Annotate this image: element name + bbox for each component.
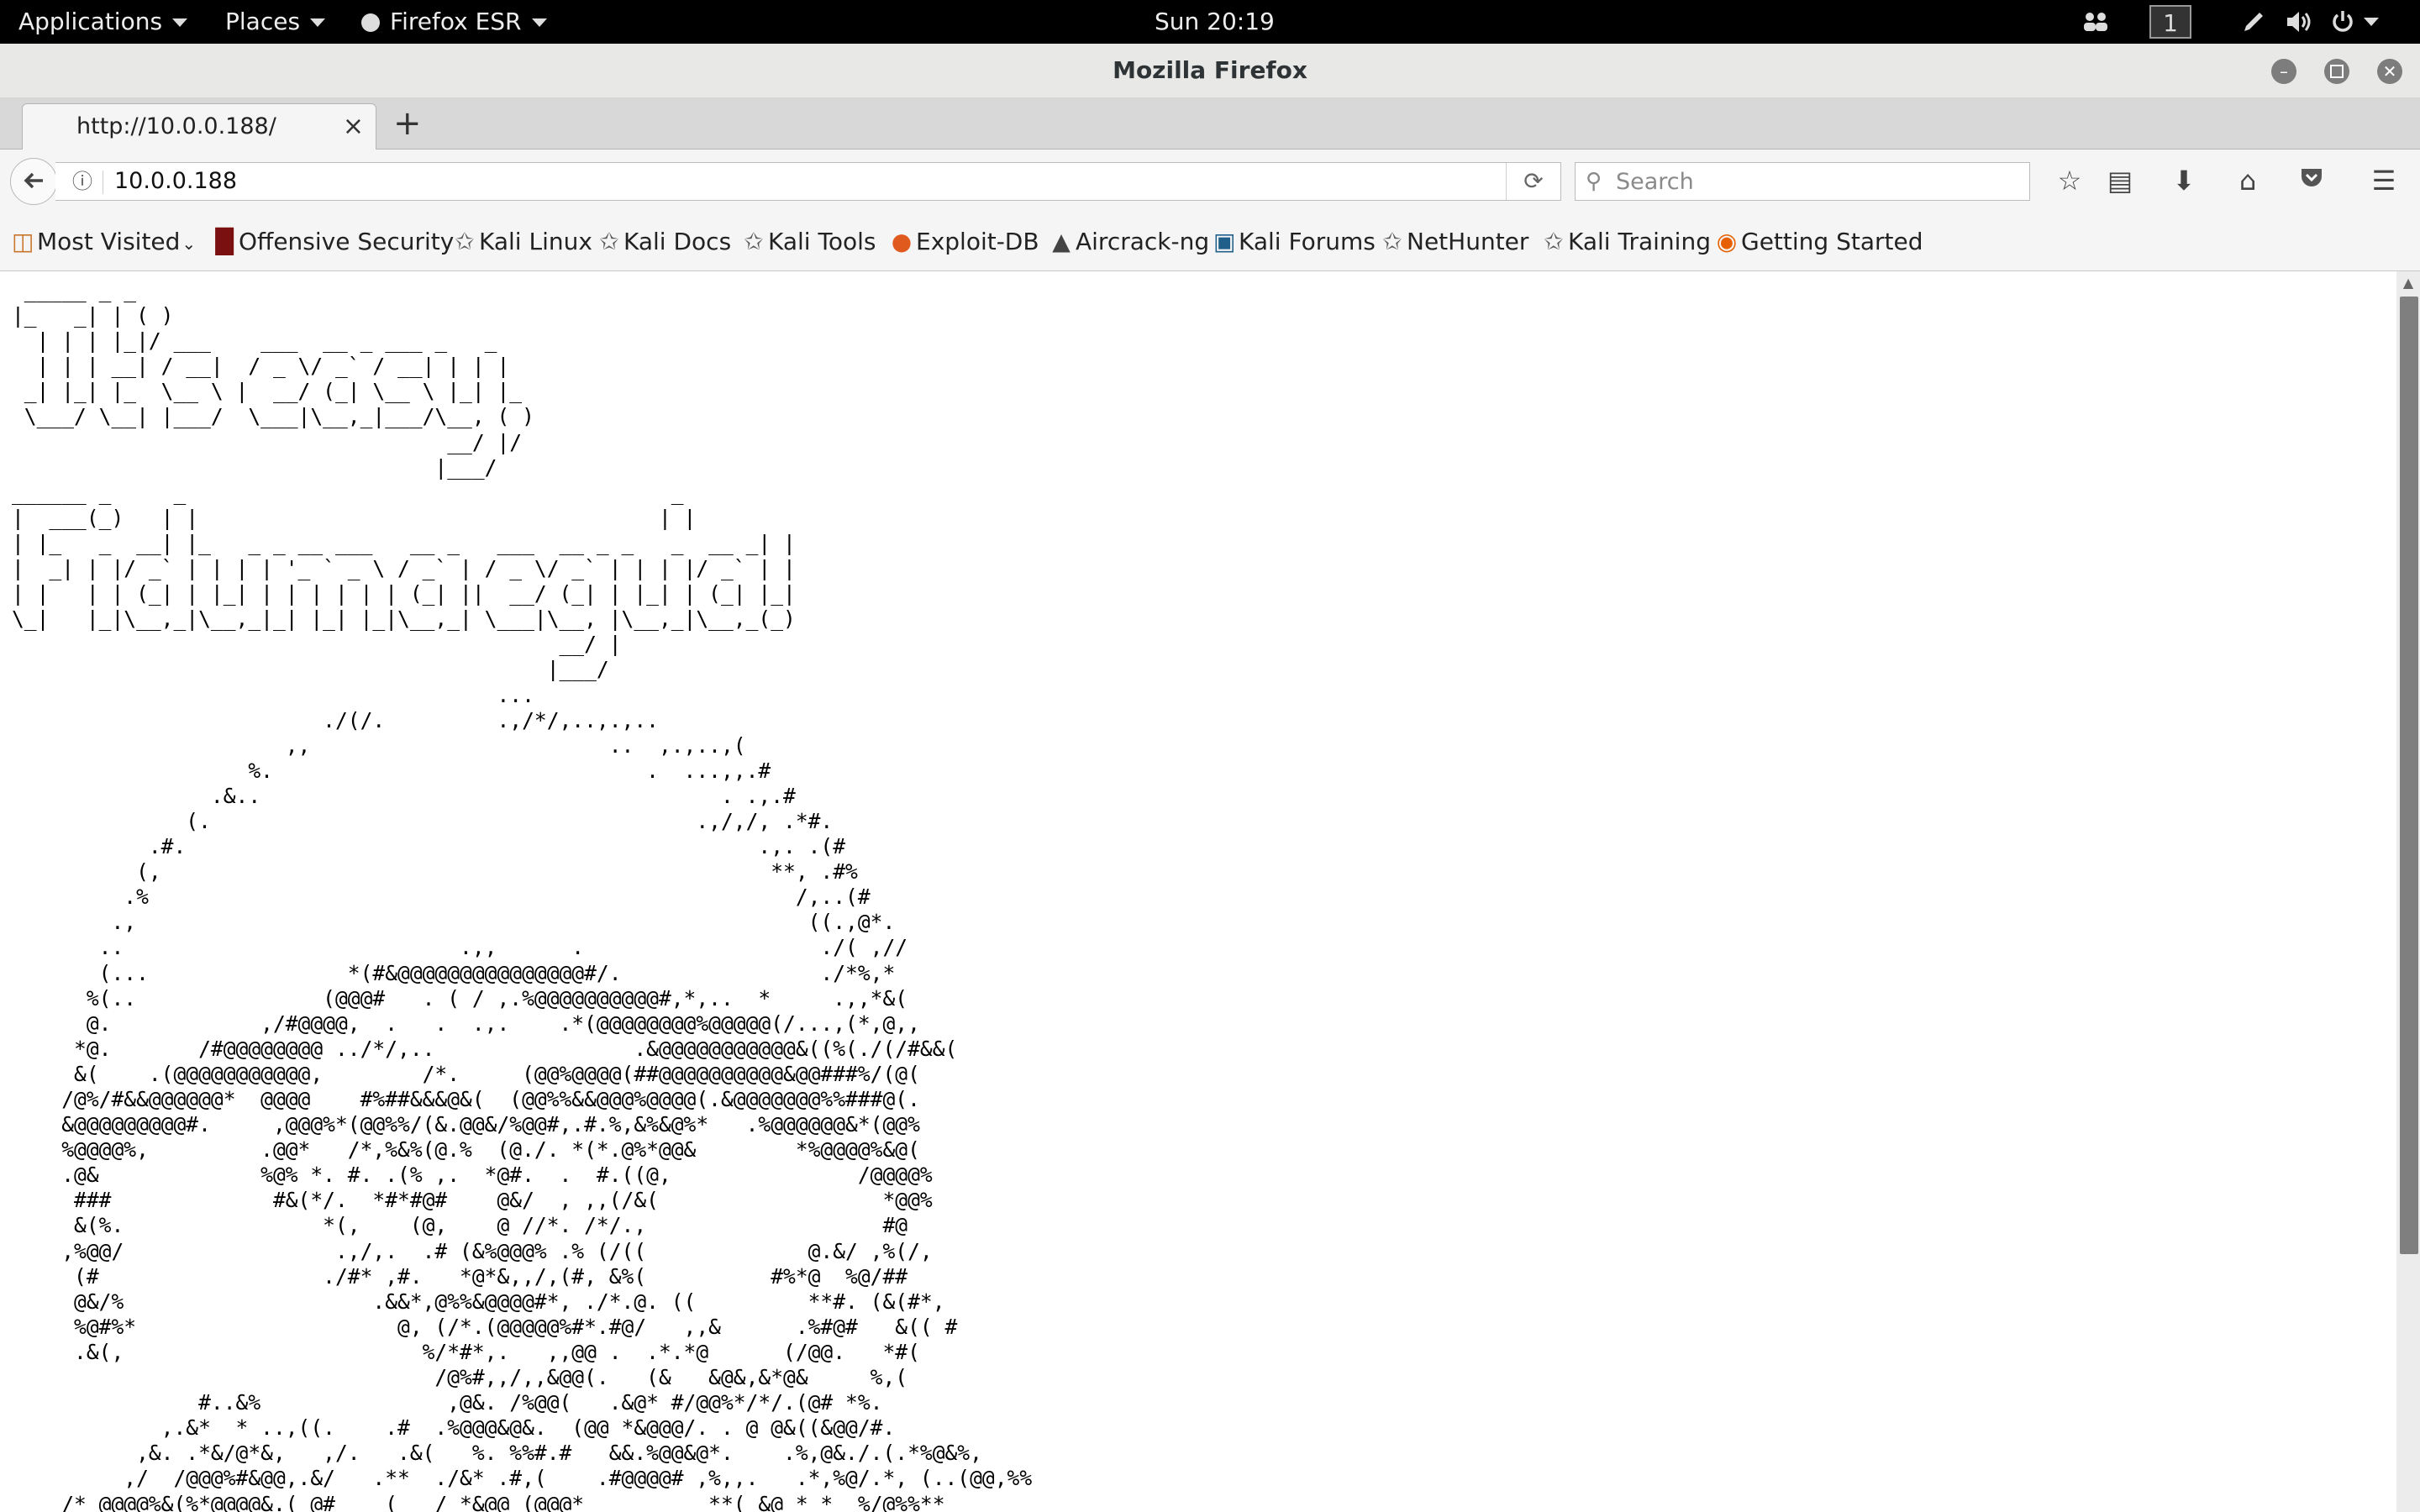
workspace-number: 1 <box>2149 5 2191 39</box>
workspace-indicator[interactable]: 1 <box>2148 0 2193 44</box>
back-button[interactable] <box>10 158 57 205</box>
bookmark-label: Exploit-DB <box>916 228 1039 255</box>
bookmark-label: Kali Linux <box>479 228 592 255</box>
window-title: Mozilla Firefox <box>1113 56 1307 84</box>
bookmark-label: Aircrack-ng <box>1076 228 1210 255</box>
kali-dragon-icon: ✩ <box>599 228 619 255</box>
chevron-down-icon <box>172 18 188 27</box>
exploitdb-icon: ● <box>891 228 913 255</box>
places-menu[interactable]: Places <box>225 0 326 44</box>
chevron-down-icon: ⌄ <box>182 234 197 254</box>
system-top-bar: Applications Places Firefox ESR Sun 20:1… <box>0 0 2420 44</box>
user-switch-icon[interactable] <box>2079 0 2112 44</box>
firefox-icon: ◉ <box>1716 228 1738 255</box>
search-box[interactable]: ⚲ <box>1575 162 2030 201</box>
reload-icon[interactable]: ⟳ <box>1506 163 1560 200</box>
aircrack-icon: ▲ <box>1052 228 1071 255</box>
bookmark-kali-tools[interactable]: ✩ Kali Tools <box>743 213 876 270</box>
chevron-down-icon <box>531 18 547 27</box>
home-icon[interactable]: ⌂ <box>2227 160 2269 202</box>
reading-list-icon[interactable]: ▤ <box>2099 160 2141 202</box>
clock-label: Sun 20:19 <box>1155 8 1275 35</box>
downloads-icon[interactable]: ⬇ <box>2163 160 2205 202</box>
bookmark-label: Kali Docs <box>623 228 732 255</box>
tab-close-icon[interactable]: × <box>343 104 364 150</box>
bookmark-most-visited[interactable]: ◫ Most Visited ⌄ <box>12 213 196 270</box>
kali-dragon-icon: ✩ <box>455 228 475 255</box>
places-label: Places <box>225 8 301 35</box>
page-content[interactable]: _____ _ _ |_ _| | ( ) | | | |_|/ ___ ___… <box>0 271 2396 1512</box>
tab-active[interactable]: http://10.0.0.188/ × <box>22 103 376 150</box>
close-window-button[interactable]: ✕ <box>2377 59 2402 84</box>
applications-menu[interactable]: Applications <box>18 0 188 44</box>
navigation-toolbar: ⓘ 10.0.0.188 ⟳ ⚲ ☆ ▤ ⬇ ⌂ ☰ <box>0 150 2420 213</box>
applications-label: Applications <box>18 8 163 35</box>
bookmarks-toolbar: ◫ Most Visited ⌄ █ Offensive Security ✩ Kali… <box>0 213 2420 271</box>
bookmark-kali-linux[interactable]: ✩ Kali Linux <box>454 213 592 270</box>
bookmark-exploit-db[interactable]: ● Exploit-DB <box>891 213 1039 270</box>
minimize-icon: – <box>2280 61 2288 81</box>
bookmark-getting-started[interactable]: ◉ Getting Started <box>1716 213 1923 270</box>
back-arrow-icon <box>24 172 43 188</box>
new-tab-button[interactable]: + <box>393 98 422 149</box>
kali-dragon-icon: ✩ <box>1544 228 1564 255</box>
minimize-button[interactable]: – <box>2271 59 2296 84</box>
url-text[interactable]: 10.0.0.188 <box>114 163 237 200</box>
firefox-icon <box>361 13 380 32</box>
bookmark-kali-training[interactable]: ✩ Kali Training <box>1543 213 1711 270</box>
power-menu[interactable] <box>2329 0 2380 44</box>
bookmark-star-icon[interactable]: ☆ <box>2049 160 2091 202</box>
maximize-button[interactable] <box>2324 59 2349 84</box>
ascii-art-text: _____ _ _ |_ _| | ( ) | | | |_|/ ___ ___… <box>12 278 1033 1512</box>
firefox-menu-label: Firefox ESR <box>390 8 522 35</box>
window-titlebar[interactable]: Mozilla Firefox – ✕ <box>0 44 2420 98</box>
kali-forums-icon: ▣ <box>1213 228 1236 255</box>
bookmark-label: Getting Started <box>1741 228 1923 255</box>
vertical-scrollbar[interactable]: ▲ <box>2396 271 2420 1512</box>
bookmark-offensive-security[interactable]: █ Offensive Security <box>213 213 454 270</box>
pen-tool-icon[interactable] <box>2237 0 2270 44</box>
bookmark-label: Offensive Security <box>239 228 455 255</box>
bookmark-nethunter[interactable]: ✩ NetHunter <box>1381 213 1528 270</box>
bookmark-kali-docs[interactable]: ✩ Kali Docs <box>598 213 731 270</box>
folder-icon: ◫ <box>12 228 34 255</box>
bookmark-aircrack-ng[interactable]: ▲ Aircrack-ng <box>1050 213 1209 270</box>
scroll-up-icon[interactable]: ▲ <box>2396 271 2420 295</box>
close-icon: ✕ <box>2382 61 2397 81</box>
scrollbar-thumb[interactable] <box>2400 297 2418 1254</box>
bookmark-label: Kali Tools <box>768 228 876 255</box>
hamburger-menu-icon[interactable]: ☰ <box>2363 160 2405 202</box>
bookmark-label: NetHunter <box>1407 228 1529 255</box>
bookmark-label: Kali Training <box>1568 228 1711 255</box>
url-bar[interactable]: ⓘ 10.0.0.188 ⟳ <box>55 162 1561 201</box>
clock[interactable]: Sun 20:19 <box>1155 0 1275 44</box>
maximize-icon <box>2330 64 2344 78</box>
bookmark-label: Most Visited <box>37 228 181 255</box>
tab-strip: http://10.0.0.188/ × + <box>0 98 2420 150</box>
volume-icon[interactable] <box>2281 0 2317 44</box>
pocket-icon[interactable] <box>2291 160 2333 202</box>
offsec-icon: █ <box>215 228 234 255</box>
bookmark-kali-forums[interactable]: ▣ Kali Forums <box>1213 213 1376 270</box>
kali-dragon-icon: ✩ <box>1382 228 1402 255</box>
info-icon[interactable]: ⓘ <box>72 163 92 200</box>
chevron-down-icon <box>310 18 326 27</box>
bookmark-label: Kali Forums <box>1239 228 1376 255</box>
search-input[interactable] <box>1614 166 2021 197</box>
search-icon: ⚲ <box>1586 169 1602 194</box>
tab-title: http://10.0.0.188/ <box>76 113 276 139</box>
kali-dragon-icon: ✩ <box>744 228 764 255</box>
chevron-down-icon <box>2364 18 2379 26</box>
power-icon <box>2333 11 2353 32</box>
firefox-app-menu[interactable]: Firefox ESR <box>361 0 547 44</box>
